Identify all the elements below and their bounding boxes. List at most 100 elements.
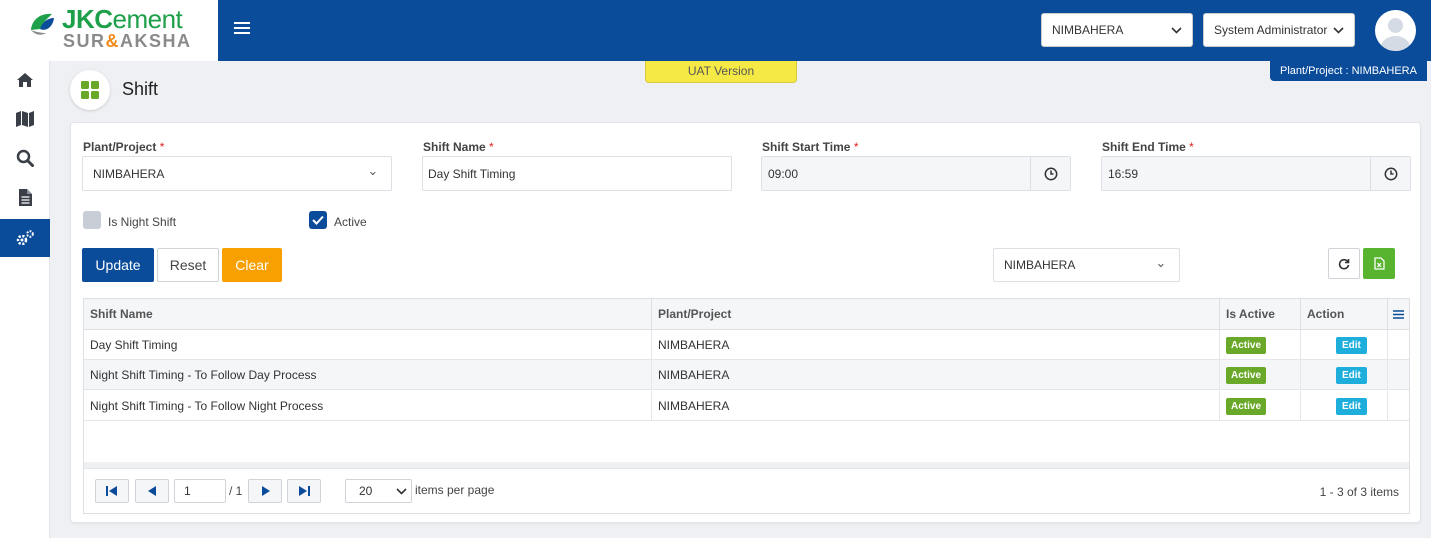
table-row[interactable]: Night Shift Timing - To Follow Night Pro…	[84, 391, 1409, 421]
sidebar	[0, 61, 50, 538]
shift-grid: Shift Name Plant/Project Is Active Actio…	[83, 298, 1410, 514]
header-role-select-value: System Administrator	[1214, 23, 1328, 37]
chevron-down-icon	[370, 171, 376, 176]
sidebar-item-documents[interactable]	[0, 178, 50, 216]
status-badge: Active	[1226, 398, 1267, 415]
shift-name-label: Shift Name *	[423, 140, 494, 154]
chevron-down-icon	[1333, 26, 1344, 34]
edit-button[interactable]: Edit	[1336, 367, 1367, 384]
plant-project-select[interactable]: NIMBAHERA	[82, 156, 392, 191]
grid-filter-plant-select[interactable]: NIMBAHERA	[993, 248, 1180, 282]
column-menu-button[interactable]	[1388, 299, 1409, 329]
active-label: Active	[334, 215, 367, 229]
excel-file-icon	[1373, 257, 1385, 270]
cell-status: Active	[1220, 391, 1301, 421]
first-page-icon	[106, 486, 117, 496]
refresh-icon	[1338, 258, 1350, 269]
cell-shift-name: Day Shift Timing	[84, 330, 652, 360]
table-row[interactable]: Night Shift Timing - To Follow Day Proce…	[84, 360, 1409, 390]
plant-project-select-value: NIMBAHERA	[93, 166, 165, 181]
cell-shift-name: Night Shift Timing - To Follow Night Pro…	[84, 391, 652, 421]
brand-tagline: SUR&AKSHA	[63, 31, 192, 51]
cell-plant: NIMBAHERA	[652, 330, 1220, 360]
shift-start-time-picker[interactable]: 09:00	[761, 156, 1071, 191]
user-avatar[interactable]	[1375, 10, 1416, 51]
reset-button[interactable]: Reset	[157, 248, 219, 282]
uat-version-badge: UAT Version	[645, 61, 797, 83]
sidebar-item-map[interactable]	[0, 100, 50, 138]
page-size-select[interactable]: 20	[345, 479, 412, 503]
cell-status: Active	[1220, 330, 1301, 360]
next-page-icon	[261, 486, 270, 496]
column-header-plant-project[interactable]: Plant/Project	[652, 299, 1220, 329]
previous-page-button[interactable]	[135, 479, 169, 503]
grid-pager: 1 / 1 20 items per page 1 - 3 of 3 items	[84, 468, 1409, 513]
clock-icon	[1044, 167, 1057, 180]
shift-form-card: Plant/Project * Shift Name * Shift Start…	[70, 122, 1421, 523]
cell-action: Edit	[1301, 391, 1388, 421]
is-night-shift-checkbox[interactable]	[83, 211, 101, 229]
cell-plant: NIMBAHERA	[652, 391, 1220, 421]
page-number-input[interactable]: 1	[174, 479, 226, 503]
first-page-button[interactable]	[95, 479, 129, 503]
column-header-is-active[interactable]: Is Active	[1220, 299, 1301, 329]
settings-icon	[16, 230, 34, 246]
search-icon	[16, 149, 34, 167]
table-row[interactable]: Day Shift Timing NIMBAHERA Active Edit	[84, 330, 1409, 360]
grid-header-row: Shift Name Plant/Project Is Active Actio…	[84, 299, 1409, 330]
page-size-value: 20	[359, 484, 373, 498]
active-checkbox[interactable]	[309, 211, 327, 229]
edit-button[interactable]: Edit	[1336, 337, 1367, 354]
cell-action: Edit	[1301, 360, 1388, 390]
last-page-icon	[299, 486, 310, 496]
status-badge: Active	[1226, 367, 1267, 384]
map-icon	[16, 111, 34, 127]
chevron-down-icon	[1158, 263, 1164, 267]
home-icon	[17, 73, 33, 87]
status-badge: Active	[1226, 337, 1267, 354]
shift-name-field[interactable]	[423, 166, 731, 181]
logo-mark-icon	[31, 13, 54, 35]
items-per-page-label: items per page	[415, 483, 495, 497]
cell-plant: NIMBAHERA	[652, 360, 1220, 390]
checkmark-icon	[312, 215, 324, 225]
shift-end-time-label: Shift End Time *	[1102, 140, 1194, 154]
plant-project-label: Plant/Project *	[83, 140, 165, 154]
chevron-down-icon	[1171, 26, 1182, 34]
sidebar-item-home[interactable]	[0, 61, 50, 99]
shift-end-time-picker[interactable]: 16:59	[1101, 156, 1411, 191]
column-header-shift-name[interactable]: Shift Name	[84, 299, 652, 329]
edit-button[interactable]: Edit	[1336, 398, 1367, 415]
top-navbar: JKCement SUR&AKSHA NIMBAHERA System Admi…	[0, 0, 1431, 61]
menu-toggle-icon[interactable]	[234, 22, 250, 38]
clock-icon	[1384, 167, 1397, 180]
cell-action: Edit	[1301, 330, 1388, 360]
shift-start-time-value: 09:00	[768, 166, 799, 181]
cell-shift-name: Night Shift Timing - To Follow Day Proce…	[84, 360, 652, 390]
sidebar-item-search[interactable]	[0, 139, 50, 177]
export-excel-button[interactable]	[1363, 248, 1395, 279]
shift-name-input[interactable]	[422, 156, 732, 191]
shift-end-time-value: 16:59	[1108, 166, 1139, 181]
page-title: Shift	[122, 79, 159, 99]
shift-start-time-label: Shift Start Time *	[762, 140, 859, 154]
next-page-button[interactable]	[248, 479, 282, 503]
start-time-clock-button[interactable]	[1030, 157, 1070, 190]
sidebar-item-settings[interactable]	[0, 219, 50, 257]
cell-status: Active	[1220, 360, 1301, 390]
brand-logo[interactable]: JKCement SUR&AKSHA	[0, 0, 218, 61]
column-menu-icon	[1393, 309, 1404, 319]
column-header-action[interactable]: Action	[1301, 299, 1388, 329]
document-icon	[18, 188, 32, 206]
header-plant-select-value: NIMBAHERA	[1052, 23, 1124, 37]
grid-filter-plant-select-value: NIMBAHERA	[1004, 258, 1076, 272]
last-page-button[interactable]	[287, 479, 321, 503]
update-button[interactable]: Update	[82, 248, 154, 282]
refresh-button[interactable]	[1328, 248, 1360, 279]
previous-page-icon	[147, 486, 156, 496]
header-plant-select[interactable]: NIMBAHERA	[1041, 13, 1193, 47]
header-role-select[interactable]: System Administrator	[1203, 13, 1355, 47]
total-pages-label: / 1	[229, 484, 243, 498]
end-time-clock-button[interactable]	[1370, 157, 1410, 190]
clear-button[interactable]: Clear	[222, 248, 282, 282]
